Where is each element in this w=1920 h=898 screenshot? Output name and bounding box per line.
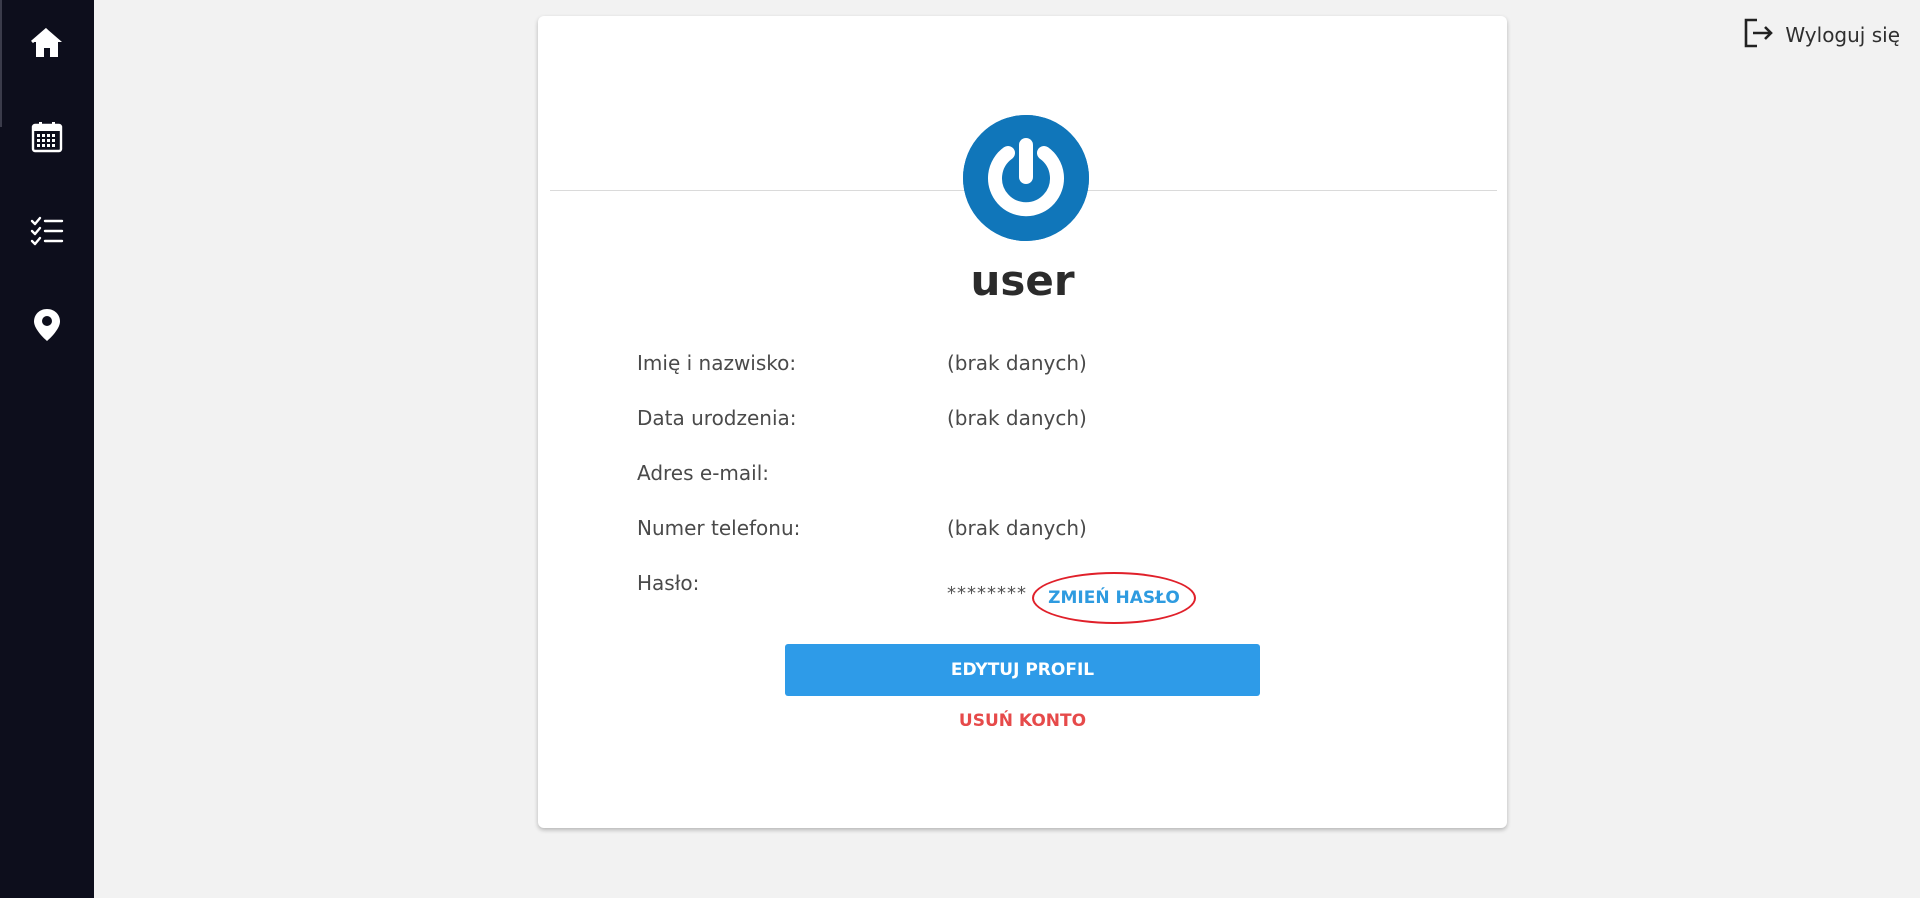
- field-value: (brak danych): [947, 351, 1087, 375]
- password-mask: ********: [947, 583, 1027, 604]
- field-birth-date: Data urodzenia: (brak danych): [637, 406, 1447, 436]
- field-value: (brak danych): [947, 406, 1087, 430]
- checklist-icon: [30, 215, 64, 247]
- sidebar-item-home[interactable]: [0, 8, 94, 78]
- field-label: Numer telefonu:: [637, 516, 801, 540]
- calendar-icon: [31, 121, 63, 153]
- sidebar-item-map[interactable]: [0, 290, 94, 360]
- delete-account-button[interactable]: USUŃ KONTO: [538, 711, 1507, 731]
- logout-button[interactable]: Wyloguj się: [1743, 18, 1900, 52]
- sidebar: [0, 0, 94, 898]
- logout-icon: [1743, 17, 1775, 54]
- field-value: (brak danych): [947, 516, 1087, 540]
- field-email: Adres e-mail:: [637, 461, 1447, 491]
- power-icon: [963, 115, 1089, 245]
- field-full-name: Imię i nazwisko: (brak danych): [637, 351, 1447, 381]
- edit-profile-button[interactable]: EDYTUJ PROFIL: [785, 644, 1260, 696]
- home-icon: [30, 27, 64, 59]
- field-phone: Numer telefonu: (brak danych): [637, 516, 1447, 546]
- map-pin-icon: [33, 308, 61, 342]
- sidebar-item-tasks[interactable]: [0, 196, 94, 266]
- field-label: Data urodzenia:: [637, 406, 797, 430]
- field-label: Hasło:: [637, 571, 700, 595]
- logout-label: Wyloguj się: [1785, 23, 1900, 47]
- username: user: [970, 256, 1075, 305]
- field-label: Imię i nazwisko:: [637, 351, 797, 375]
- avatar: [963, 115, 1089, 241]
- profile-card: user Imię i nazwisko: (brak danych) Data…: [538, 16, 1507, 828]
- change-password-button[interactable]: ZMIEŃ HASŁO: [1032, 572, 1196, 624]
- sidebar-item-calendar[interactable]: [0, 102, 94, 172]
- field-label: Adres e-mail:: [637, 461, 770, 485]
